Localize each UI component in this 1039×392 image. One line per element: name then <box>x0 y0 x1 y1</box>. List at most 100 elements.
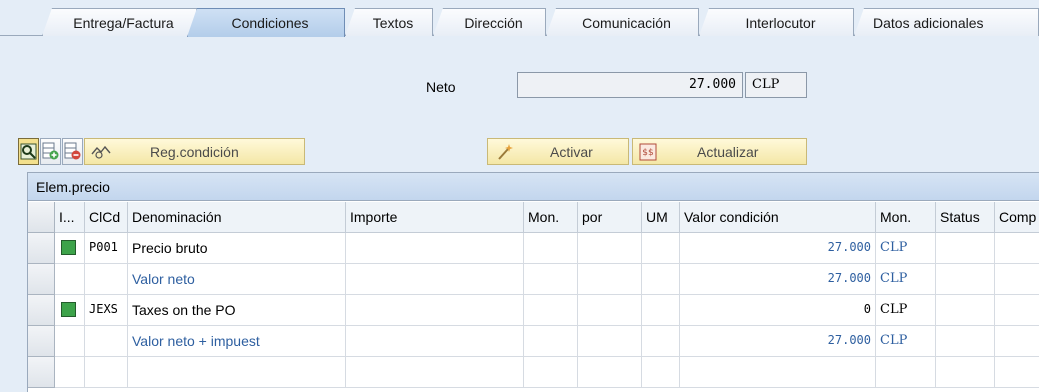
cell-por[interactable] <box>578 295 642 326</box>
col-header-denominacion[interactable]: Denominación <box>128 202 346 233</box>
tab-direccion[interactable]: Dirección <box>433 8 546 36</box>
tab-label: Entrega/Factura <box>73 14 174 31</box>
cell-importe[interactable] <box>346 295 524 326</box>
tab-comunicacion[interactable]: Comunicación <box>546 8 699 36</box>
cell-clcd[interactable]: P001 <box>85 233 128 264</box>
cell-mon-2[interactable]: CLP <box>876 233 936 264</box>
tab-interlocutor[interactable]: Interlocutor <box>699 8 854 36</box>
cell-clcd[interactable] <box>85 326 128 357</box>
row-selector[interactable] <box>28 264 55 295</box>
row-selector[interactable] <box>28 233 55 264</box>
pricing-elements-table: Elem.precio I... ClCd Denominación Impor… <box>27 172 1039 392</box>
cell-mon[interactable] <box>524 264 578 295</box>
cell-valor-condicion[interactable]: 27.000 <box>680 326 876 357</box>
magic-wand-icon <box>498 143 513 160</box>
cell-valor-condicion[interactable]: 27.000 <box>680 264 876 295</box>
cell-clcd[interactable] <box>85 264 128 295</box>
cell-um[interactable] <box>642 357 680 388</box>
tab-textos[interactable]: Textos <box>345 8 433 36</box>
table-row-indicator <box>55 233 85 264</box>
cell-mon[interactable] <box>524 233 578 264</box>
cell-comp[interactable] <box>995 233 1039 264</box>
cell-comp[interactable] <box>995 295 1039 326</box>
status-green-icon <box>61 240 76 255</box>
col-header-status[interactable]: Status <box>936 202 995 233</box>
actualizar-button[interactable]: $$ Actualizar <box>632 138 807 165</box>
cell-valor-condicion[interactable]: 27.000 <box>680 233 876 264</box>
table-row-indicator <box>55 264 85 295</box>
cell-importe[interactable] <box>346 357 524 388</box>
tab-label: Textos <box>372 14 414 31</box>
tab-label: Dirección <box>464 14 523 31</box>
cell-status[interactable] <box>936 295 995 326</box>
tab-datos-adicionales[interactable]: Datos adicionales <box>854 8 1039 36</box>
cell-um[interactable] <box>642 264 680 295</box>
refresh-pricing-icon: $$ <box>639 143 657 160</box>
cell-importe[interactable] <box>346 233 524 264</box>
cell-clcd[interactable]: JEXS <box>85 295 128 326</box>
cell-importe[interactable] <box>346 264 524 295</box>
cell-denominacion[interactable]: Valor neto + impuest <box>128 326 346 357</box>
cell-clcd[interactable] <box>85 357 128 388</box>
tab-label: Condiciones <box>231 15 309 31</box>
cell-por[interactable] <box>578 326 642 357</box>
neto-value-field[interactable]: 27.000 <box>517 72 743 98</box>
activar-label: Activar <box>550 143 593 160</box>
col-header-mon[interactable]: Mon. <box>524 202 578 233</box>
insert-row-button[interactable] <box>40 138 61 165</box>
row-selector[interactable] <box>28 295 55 326</box>
cell-mon-2[interactable]: CLP <box>876 264 936 295</box>
col-header-mon-2[interactable]: Mon. <box>876 202 936 233</box>
cell-um[interactable] <box>642 295 680 326</box>
activar-button[interactable]: Activar <box>487 138 629 165</box>
cell-por[interactable] <box>578 357 642 388</box>
col-header-um[interactable]: UM <box>642 202 680 233</box>
neto-currency-field[interactable]: CLP <box>745 72 807 98</box>
cell-status[interactable] <box>936 264 995 295</box>
cell-status[interactable] <box>936 233 995 264</box>
table-row-indicator <box>55 326 85 357</box>
tab-condiciones[interactable]: Condiciones <box>187 8 345 37</box>
neto-label: Neto <box>426 79 456 95</box>
delete-row-button[interactable] <box>62 138 83 165</box>
col-header-valor-condicion[interactable]: Valor condición <box>680 202 876 233</box>
cell-um[interactable] <box>642 326 680 357</box>
cell-mon[interactable] <box>524 357 578 388</box>
cell-comp[interactable] <box>995 326 1039 357</box>
tab-entrega-factura[interactable]: Entrega/Factura <box>42 8 197 36</box>
cell-mon-2[interactable]: CLP <box>876 326 936 357</box>
cell-denominacion[interactable]: Taxes on the PO <box>128 295 346 326</box>
col-header-indicator[interactable]: I... <box>55 202 85 233</box>
reg-condicion-label: Reg.condición <box>150 143 239 160</box>
col-header-por[interactable]: por <box>578 202 642 233</box>
col-header-importe[interactable]: Importe <box>346 202 524 233</box>
table-title: Elem.precio <box>28 173 1039 201</box>
row-selector[interactable] <box>28 326 55 357</box>
col-header-comp[interactable]: Comp <box>995 202 1039 233</box>
cell-denominacion[interactable] <box>128 357 346 388</box>
cell-comp[interactable] <box>995 264 1039 295</box>
cell-denominacion[interactable]: Precio bruto <box>128 233 346 264</box>
cell-um[interactable] <box>642 233 680 264</box>
reg-condicion-button[interactable]: Reg.condición <box>84 138 305 165</box>
detail-button[interactable] <box>18 138 39 165</box>
col-header-clcd[interactable]: ClCd <box>85 202 128 233</box>
cell-mon[interactable] <box>524 326 578 357</box>
cell-mon-2[interactable]: CLP <box>876 295 936 326</box>
cell-status[interactable] <box>936 357 995 388</box>
cell-por[interactable] <box>578 233 642 264</box>
cell-valor-condicion[interactable] <box>680 357 876 388</box>
cell-importe[interactable] <box>346 326 524 357</box>
cell-valor-condicion[interactable]: 0 <box>680 295 876 326</box>
actualizar-label: Actualizar <box>697 143 759 160</box>
cell-denominacion[interactable]: Valor neto <box>128 264 346 295</box>
cell-mon-2[interactable] <box>876 357 936 388</box>
cell-mon[interactable] <box>524 295 578 326</box>
cell-comp[interactable] <box>995 357 1039 388</box>
tab-label: Comunicación <box>582 14 671 31</box>
select-all-cell[interactable] <box>28 202 55 233</box>
condition-record-icon <box>91 145 111 159</box>
row-selector[interactable] <box>28 357 55 388</box>
cell-status[interactable] <box>936 326 995 357</box>
cell-por[interactable] <box>578 264 642 295</box>
